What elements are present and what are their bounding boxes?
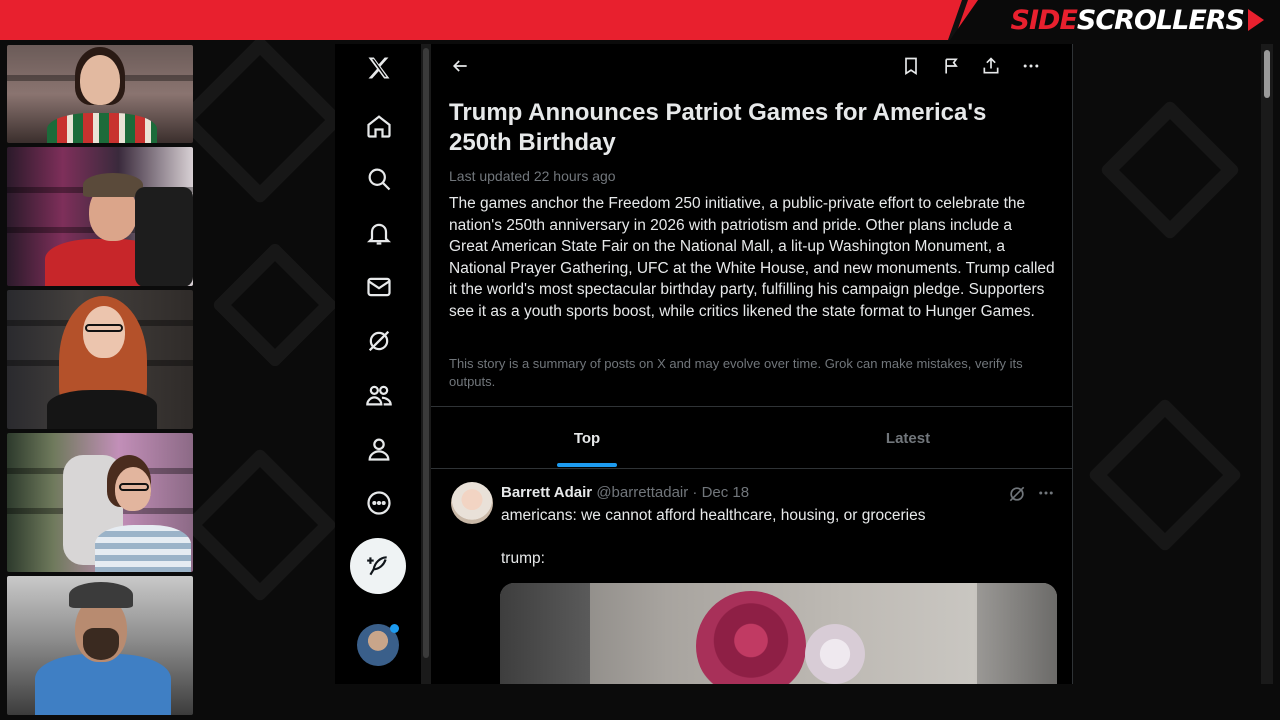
post-header: Barrett Adair @barrettadair · Dec 18 (501, 484, 749, 501)
nav-explore[interactable] (357, 157, 401, 201)
post-button[interactable] (350, 538, 406, 594)
webcam-1 (7, 45, 193, 143)
notification-dot (390, 624, 399, 633)
share-button[interactable] (979, 54, 1003, 78)
post-grok-button[interactable] (1007, 484, 1029, 506)
post-separator: · (692, 484, 698, 501)
x-sidebar (335, 44, 425, 684)
page-scrollbar-thumb[interactable] (1264, 50, 1270, 98)
logo-scrollers-text: SCROLLERS (1076, 4, 1245, 36)
search-icon (368, 168, 391, 191)
nav-grok[interactable] (357, 319, 401, 363)
logo-side-text: SIDE (1010, 4, 1078, 36)
media-pearls (800, 619, 870, 684)
webcam-4 (7, 433, 193, 572)
webcam-2 (7, 147, 193, 286)
nav-more[interactable] (357, 481, 401, 525)
sidescrollers-logo: SIDE SCROLLERS (1011, 4, 1264, 36)
post-text: trump: (501, 550, 545, 567)
mail-icon (367, 277, 391, 297)
divider (431, 406, 1072, 407)
nav-profile[interactable] (357, 427, 401, 471)
divider (431, 468, 1072, 469)
tab-top[interactable]: Top (431, 408, 743, 468)
post-author-avatar[interactable] (451, 482, 493, 524)
back-button[interactable] (448, 54, 472, 78)
media-flower (696, 591, 806, 684)
post-author-name[interactable]: Barrett Adair (501, 484, 592, 501)
nav-messages[interactable] (357, 265, 401, 309)
post-date[interactable]: Dec 18 (702, 484, 750, 501)
grok-icon (1009, 486, 1025, 502)
share-icon (983, 57, 999, 74)
bookmark-button[interactable] (899, 54, 923, 78)
webcam-5 (7, 576, 193, 715)
background-pattern (211, 241, 339, 369)
stream-layout: SIDE SCROLLERS Trump Announces Patriot G… (0, 0, 1280, 720)
play-triangle-icon (1248, 9, 1264, 31)
background-pattern (175, 35, 345, 205)
more-icon (1023, 64, 1039, 68)
webcam-3 (7, 290, 193, 429)
story-disclaimer: This story is a summary of posts on X an… (449, 356, 1023, 389)
more-circle-icon (367, 491, 391, 515)
bell-icon (366, 223, 392, 245)
active-tab-indicator (557, 463, 617, 467)
story-column: Trump Announces Patriot Games for Americ… (431, 44, 1073, 684)
story-summary: The games anchor the Freedom 250 initiat… (449, 195, 1055, 320)
home-icon (367, 115, 391, 138)
story-topbar (431, 44, 1072, 88)
profile-icon (368, 438, 390, 461)
post-more-button[interactable] (1037, 484, 1057, 504)
post-text: americans: we cannot afford healthcare, … (501, 507, 926, 524)
background-pattern (1087, 397, 1243, 553)
post-author-handle[interactable]: @barrettadair (596, 484, 688, 501)
sidebar-scrollbar-thumb[interactable] (423, 48, 429, 658)
grok-icon (368, 330, 390, 352)
tab-latest[interactable]: Latest (747, 408, 1069, 468)
story-updated: Last updated 22 hours ago (449, 168, 616, 184)
media-pillar (500, 583, 590, 684)
story-title: Trump Announces Patriot Games for Americ… (449, 99, 987, 156)
nav-communities[interactable] (357, 373, 401, 417)
x-logo-icon (368, 57, 390, 79)
flag-icon (945, 58, 958, 74)
bookmark-icon (905, 57, 917, 76)
more-icon (1039, 491, 1053, 495)
background-pattern (182, 447, 338, 603)
page-scrollbar[interactable] (1261, 44, 1273, 684)
back-arrow-icon (452, 60, 467, 72)
background-pattern (1099, 99, 1241, 241)
post-media[interactable] (500, 583, 1057, 684)
communities-icon (366, 385, 392, 406)
feather-plus-icon (367, 556, 387, 576)
nav-notifications[interactable] (357, 211, 401, 255)
media-pillar (977, 583, 1057, 684)
more-button[interactable] (1019, 54, 1043, 78)
nav-home[interactable] (357, 104, 401, 148)
nav-x-logo[interactable] (357, 46, 401, 90)
report-button[interactable] (940, 54, 964, 78)
